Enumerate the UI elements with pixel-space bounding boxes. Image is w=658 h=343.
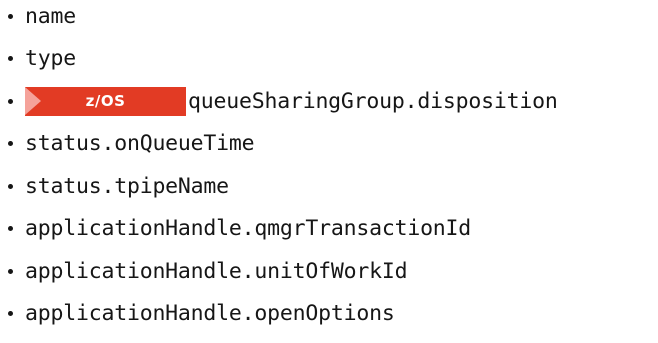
field-name: status.tpipeName xyxy=(25,173,229,199)
list-item: applicationHandle.qmgrTransactionId xyxy=(8,213,471,243)
zos-badge: z/OS xyxy=(25,86,186,116)
list-item: applicationHandle.openOptions xyxy=(8,298,395,328)
bullet-icon xyxy=(8,268,13,274)
list-item: status.tpipeName xyxy=(8,171,229,201)
field-name: applicationHandle.openOptions xyxy=(25,300,395,326)
list-item: status.onQueueTime xyxy=(8,128,255,158)
list-item: applicationHandle.unitOfWorkId xyxy=(8,256,408,286)
bullet-icon xyxy=(8,183,13,189)
field-name: type xyxy=(25,45,76,71)
bullet-icon xyxy=(8,13,13,19)
zos-badge-label: z/OS xyxy=(85,92,126,110)
bullet-icon xyxy=(8,310,13,316)
field-name: applicationHandle.qmgrTransactionId xyxy=(25,215,472,241)
field-name: status.onQueueTime xyxy=(25,130,255,156)
list-item: type xyxy=(8,43,76,73)
field-name: applicationHandle.unitOfWorkId xyxy=(25,258,408,284)
bullet-icon xyxy=(8,55,13,61)
list-item: name xyxy=(8,1,76,31)
bullet-icon xyxy=(8,140,13,146)
field-name: name xyxy=(25,3,76,29)
list-item: z/OS queueSharingGroup.disposition xyxy=(8,86,558,116)
field-name: queueSharingGroup.disposition xyxy=(188,88,558,114)
bullet-icon xyxy=(8,98,13,104)
bullet-icon xyxy=(8,225,13,231)
